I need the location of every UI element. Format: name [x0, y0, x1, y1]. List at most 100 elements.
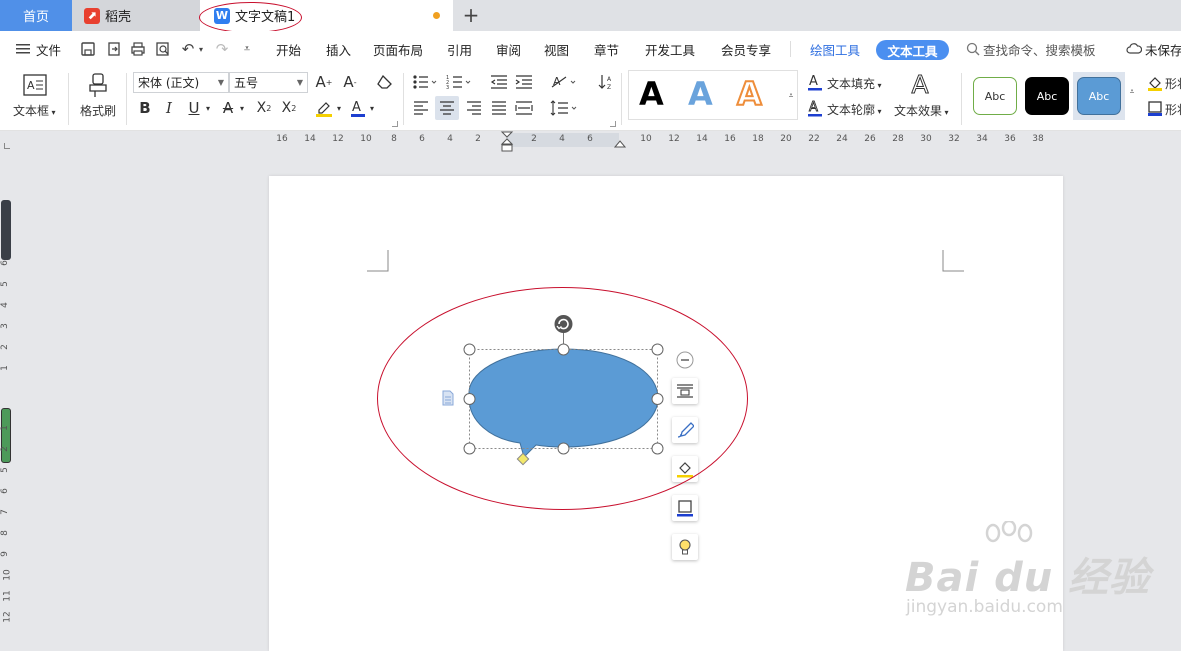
gallery-more-icon[interactable]: ⩡: [786, 89, 796, 103]
undo-icon[interactable]: ↶: [178, 39, 198, 59]
customize-toolbar-icon[interactable]: ⩡: [237, 39, 257, 59]
decrease-indent-icon[interactable]: [489, 72, 509, 92]
increase-indent-icon[interactable]: [514, 72, 534, 92]
text-fill-button[interactable]: 文本填充 ▾: [827, 75, 882, 92]
vertical-ruler[interactable]: 6 5 4 3 2 1 1 2 5 6 7 8 9 10 11 12: [0, 140, 14, 651]
menu-item-review[interactable]: 审阅: [496, 31, 521, 67]
ruler-tick: 2: [475, 134, 481, 144]
shape-outline-icon[interactable]: [1146, 99, 1164, 117]
print-icon[interactable]: [128, 39, 148, 59]
superscript-icon[interactable]: X2: [253, 98, 275, 118]
underline-icon[interactable]: U: [186, 98, 202, 118]
ruler-top-margin-handle[interactable]: [1, 200, 11, 260]
distributed-align-icon[interactable]: [514, 98, 534, 118]
sort-icon[interactable]: AZ: [596, 72, 616, 92]
ruler-tick: 10: [360, 134, 372, 144]
text-effect-button[interactable]: 文本效果 ▾: [894, 102, 949, 119]
shape-gallery-more-icon[interactable]: ⩡: [1127, 85, 1137, 99]
smart-suggestion-bulb-icon[interactable]: [672, 534, 698, 560]
export-pdf-icon[interactable]: [104, 39, 124, 59]
font-color-dropdown-icon[interactable]: ▾: [367, 98, 377, 118]
bold-icon[interactable]: B: [136, 98, 154, 118]
font-size-select[interactable]: 五号 ▼: [229, 72, 308, 93]
subscript-icon[interactable]: X2: [278, 98, 300, 118]
text-style-blue[interactable]: A: [688, 76, 713, 112]
text-outline-button[interactable]: 文本轮廓 ▾: [827, 101, 882, 118]
highlight-icon[interactable]: [314, 98, 334, 118]
menu-item-chapter[interactable]: 章节: [594, 31, 619, 67]
strikethrough-icon[interactable]: A: [219, 98, 237, 118]
bullet-list-icon[interactable]: [411, 72, 439, 92]
textbox-icon[interactable]: A: [22, 73, 48, 97]
cloud-save-status[interactable]: 未保存: [1126, 31, 1181, 67]
align-left-icon[interactable]: [411, 98, 431, 118]
tab-text-tools[interactable]: 文本工具: [876, 40, 949, 60]
menu-item-view[interactable]: 视图: [544, 31, 569, 67]
text-direction-icon[interactable]: A: [550, 72, 578, 92]
highlight-dropdown-icon[interactable]: ▾: [334, 98, 344, 118]
right-indent-marker-icon[interactable]: [614, 138, 626, 148]
horizontal-ruler[interactable]: 16 14 12 10 8 6 4 2 2 4 6 10 12 14 16 18…: [270, 131, 1062, 152]
tab-document[interactable]: W 文字文稿1: [200, 0, 453, 31]
fill-color-icon[interactable]: [672, 456, 698, 482]
clear-format-icon[interactable]: [374, 72, 396, 92]
align-right-icon[interactable]: [464, 98, 484, 118]
textbox-button[interactable]: 文本框 ▾: [13, 102, 56, 119]
shape-style-white-green[interactable]: Abc: [973, 77, 1017, 115]
file-menu[interactable]: 文件: [16, 31, 61, 67]
command-search-text: 查找命令、搜索模板: [983, 42, 1096, 58]
font-dialog-launcher[interactable]: [392, 121, 398, 127]
numbered-list-icon[interactable]: 123: [445, 72, 473, 92]
shape-style-black[interactable]: Abc: [1025, 77, 1069, 115]
tab-daoke[interactable]: ⬈ 稻壳: [72, 0, 200, 31]
tab-home[interactable]: 首页: [0, 0, 72, 31]
menu-item-developer[interactable]: 开发工具: [645, 31, 695, 67]
indent-marker-icon[interactable]: [500, 131, 514, 153]
menu-item-insert[interactable]: 插入: [326, 31, 351, 67]
justify-icon[interactable]: [489, 98, 509, 118]
shape-outline-label[interactable]: 形状: [1165, 101, 1181, 118]
text-style-black[interactable]: A: [639, 76, 664, 112]
text-effect-icon[interactable]: A: [906, 69, 934, 99]
ruler-selection-handle[interactable]: [1, 408, 11, 463]
undo-dropdown-icon[interactable]: ▾: [196, 39, 206, 59]
redo-icon[interactable]: ↷: [212, 39, 232, 59]
menu-item-start[interactable]: 开始: [276, 31, 301, 67]
line-spacing-icon[interactable]: [549, 98, 579, 118]
ribbon-separator: [126, 73, 127, 125]
format-painter-icon[interactable]: [85, 72, 111, 98]
align-center-icon[interactable]: [435, 96, 459, 120]
collapse-tools-icon[interactable]: [676, 351, 694, 369]
ruler-corner-marker: [4, 143, 10, 149]
command-search[interactable]: 查找命令、搜索模板: [966, 31, 1096, 67]
increase-font-icon[interactable]: A +: [314, 72, 334, 92]
outline-color-icon[interactable]: [672, 495, 698, 521]
text-outline-icon[interactable]: A: [806, 98, 824, 118]
layout-anchor-icon[interactable]: [441, 390, 455, 406]
speech-bubble-shape[interactable]: [420, 305, 690, 480]
strikethrough-dropdown-icon[interactable]: ▾: [237, 98, 247, 118]
cloud-save-status-text: 未保存: [1145, 42, 1181, 58]
text-fill-icon[interactable]: A: [806, 72, 824, 92]
tab-drawing-tools[interactable]: 绘图工具: [810, 31, 860, 67]
font-color-icon[interactable]: A: [349, 98, 367, 118]
italic-icon[interactable]: I: [160, 98, 178, 118]
decrease-font-icon[interactable]: A-: [340, 72, 360, 92]
underline-dropdown-icon[interactable]: ▾: [203, 98, 213, 118]
shape-style-brush-icon[interactable]: [672, 417, 698, 443]
text-style-orange-outline[interactable]: A: [736, 75, 763, 113]
menu-item-member[interactable]: 会员专享: [721, 31, 771, 67]
shape-fill-label[interactable]: 形状: [1165, 75, 1181, 92]
rotate-handle-icon[interactable]: [554, 315, 573, 333]
new-tab-button[interactable]: +: [460, 3, 482, 27]
paragraph-dialog-launcher[interactable]: [610, 121, 616, 127]
menu-item-references[interactable]: 引用: [447, 31, 472, 67]
shape-fill-icon[interactable]: [1146, 74, 1164, 92]
save-icon[interactable]: [78, 39, 98, 59]
shape-style-blue[interactable]: Abc: [1077, 77, 1121, 115]
font-name-select[interactable]: 宋体 (正文) ▼: [133, 72, 229, 93]
format-painter-label[interactable]: 格式刷: [80, 102, 116, 119]
menu-item-page-layout[interactable]: 页面布局: [373, 31, 423, 67]
print-preview-icon[interactable]: [153, 39, 173, 59]
layout-options-icon[interactable]: [672, 378, 698, 404]
